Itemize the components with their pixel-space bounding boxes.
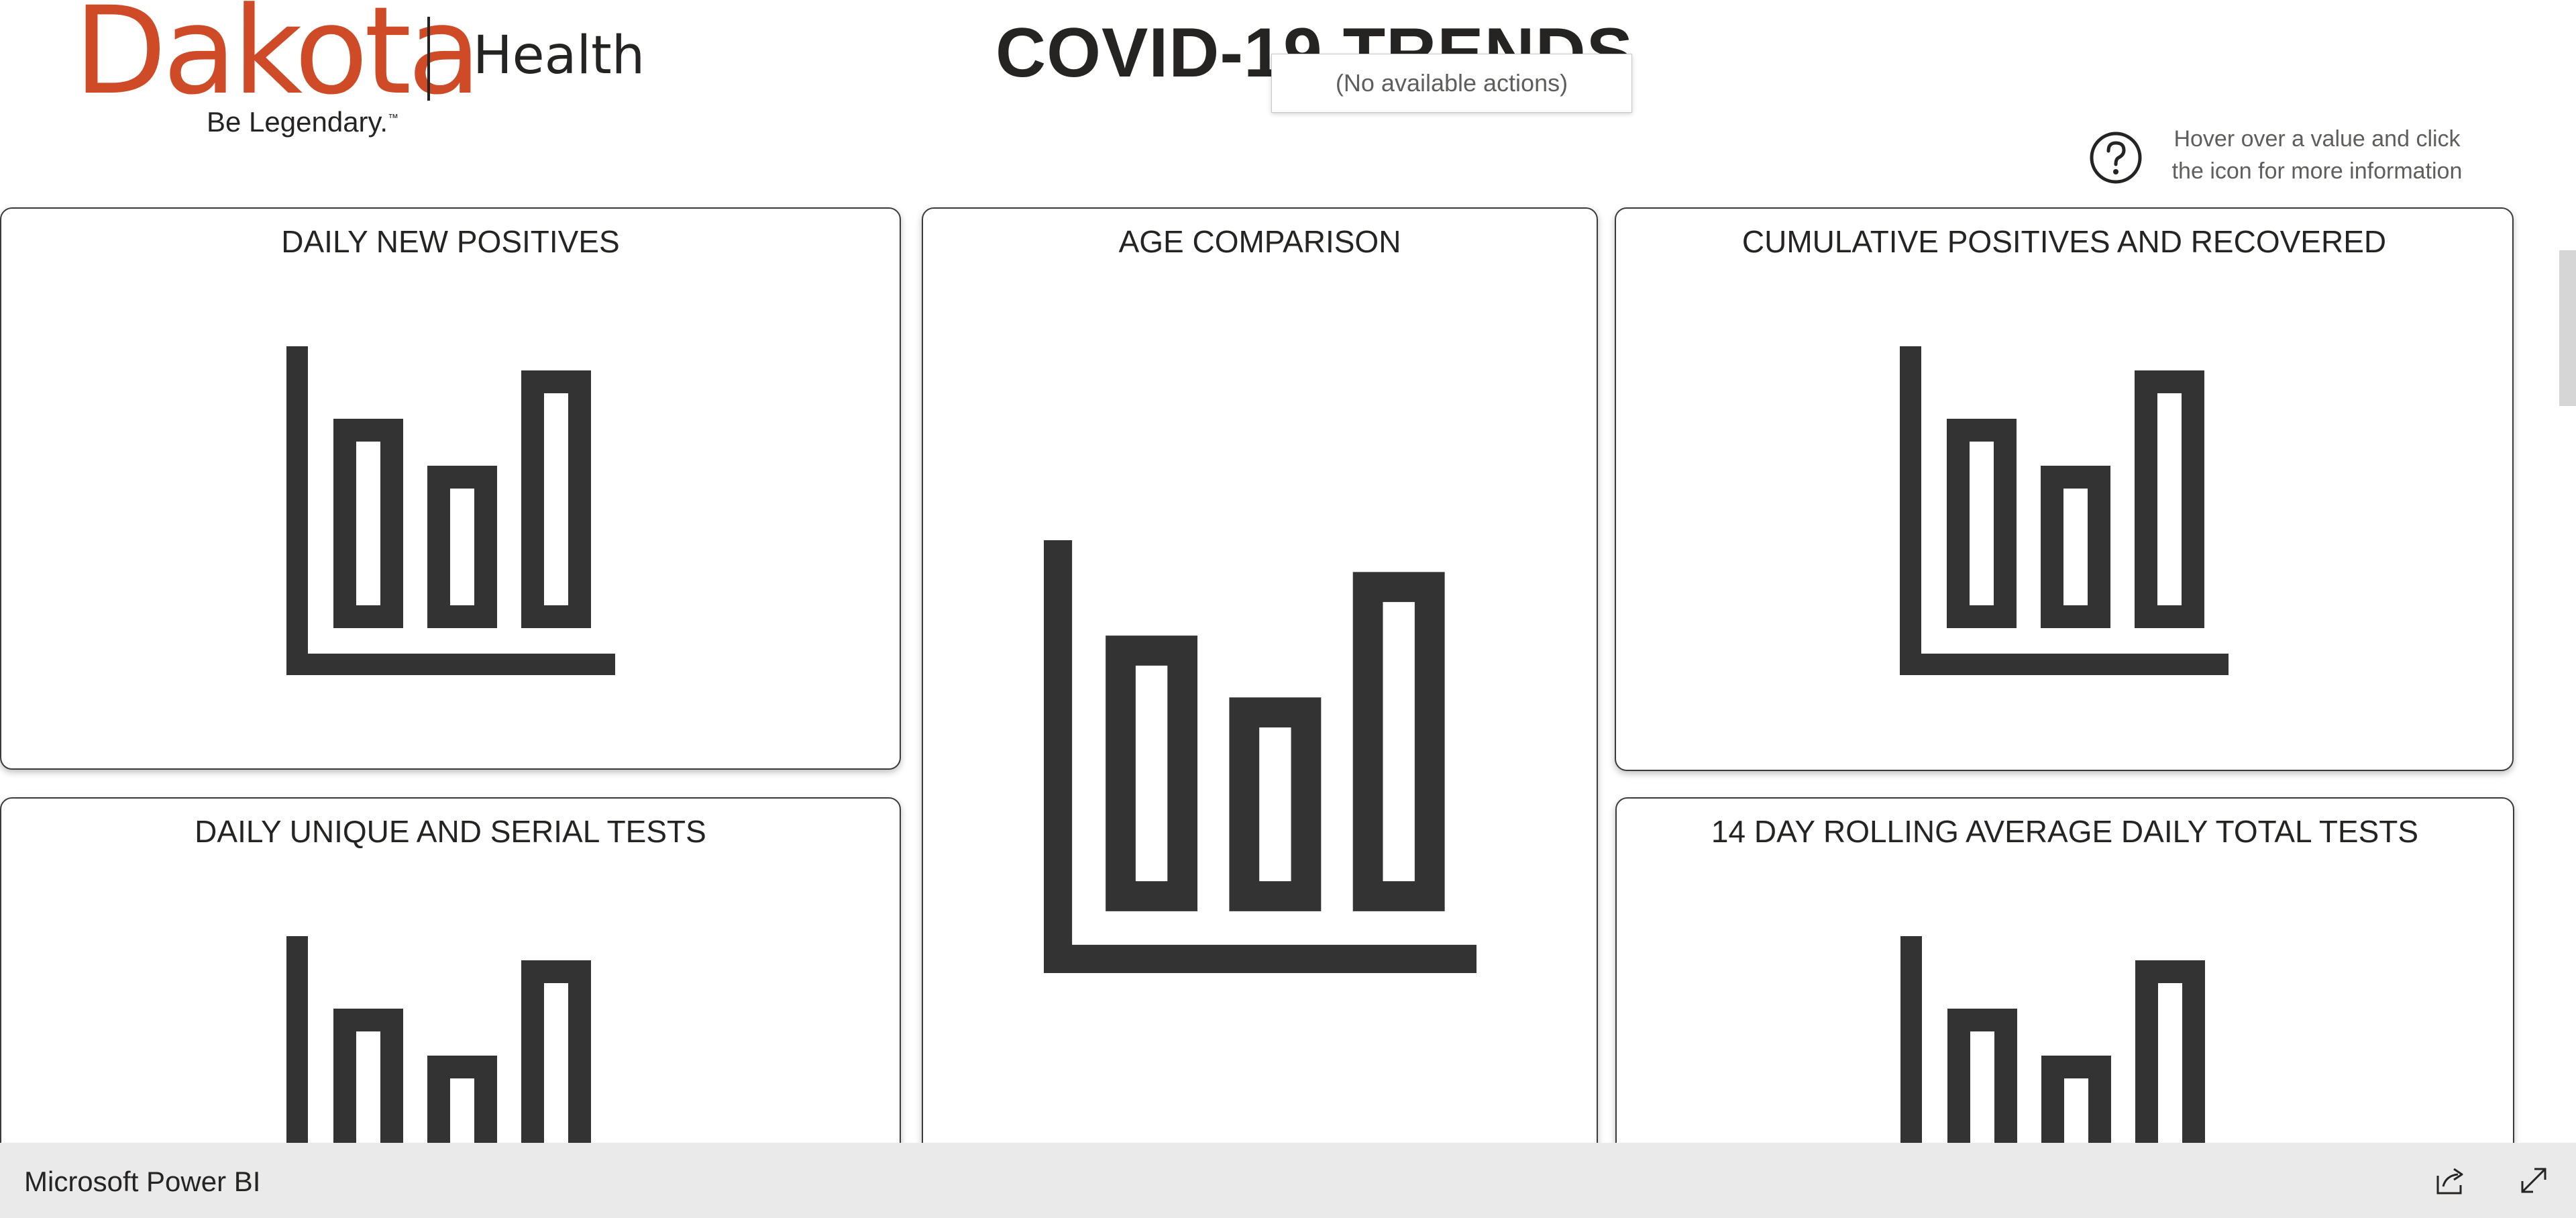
- help-hint: Hover over a value and click the icon fo…: [2089, 123, 2462, 190]
- bar-chart-placeholder-icon: [1900, 936, 2205, 1174]
- card-age-comparison[interactable]: AGE COMPARISON: [922, 207, 1598, 1163]
- logo-divider: [427, 17, 430, 101]
- powerbi-footer-bar: Microsoft Power BI: [0, 1143, 2576, 1218]
- card-daily-unique-serial-tests[interactable]: DAILY UNIQUE AND SERIAL TESTS: [0, 797, 901, 1176]
- card-title: CUMULATIVE POSITIVES AND RECOVERED: [1741, 224, 2387, 259]
- card-daily-new-positives[interactable]: DAILY NEW POSITIVES: [0, 207, 901, 770]
- question-circle-icon[interactable]: [2089, 131, 2143, 185]
- logo-sub: Health: [473, 26, 645, 86]
- card-14-day-rolling-average-tests[interactable]: 14 DAY ROLLING AVERAGE DAILY TOTAL TESTS: [1615, 797, 2514, 1176]
- card-cumulative-positives-recovered[interactable]: CUMULATIVE POSITIVES AND RECOVERED: [1615, 207, 2514, 771]
- vertical-scrollbar[interactable]: [2559, 250, 2576, 406]
- logo-brand: Dakota: [74, 0, 482, 121]
- bar-chart-placeholder-icon: [286, 936, 591, 1174]
- logo-tagline: Be Legendary.™: [207, 106, 399, 138]
- bar-chart-placeholder-icon: [286, 346, 615, 675]
- card-title: DAILY UNIQUE AND SERIAL TESTS: [195, 814, 706, 849]
- actions-tooltip: (No available actions): [1271, 54, 1632, 113]
- bar-chart-placeholder-icon: [1900, 346, 2229, 675]
- card-title: AGE COMPARISON: [1118, 224, 1401, 259]
- card-title: DAILY NEW POSITIVES: [281, 224, 620, 259]
- app-name[interactable]: Microsoft Power BI: [24, 1166, 260, 1198]
- card-title: 14 DAY ROLLING AVERAGE DAILY TOTAL TESTS: [1711, 814, 2419, 849]
- bar-chart-placeholder-icon: [1044, 540, 1477, 973]
- share-icon[interactable]: [2434, 1164, 2467, 1197]
- expand-icon[interactable]: [2517, 1164, 2551, 1197]
- help-text: Hover over a value and click the icon fo…: [2171, 126, 2463, 184]
- dakota-health-logo: Dakota Health Be Legendary.™: [74, 0, 645, 154]
